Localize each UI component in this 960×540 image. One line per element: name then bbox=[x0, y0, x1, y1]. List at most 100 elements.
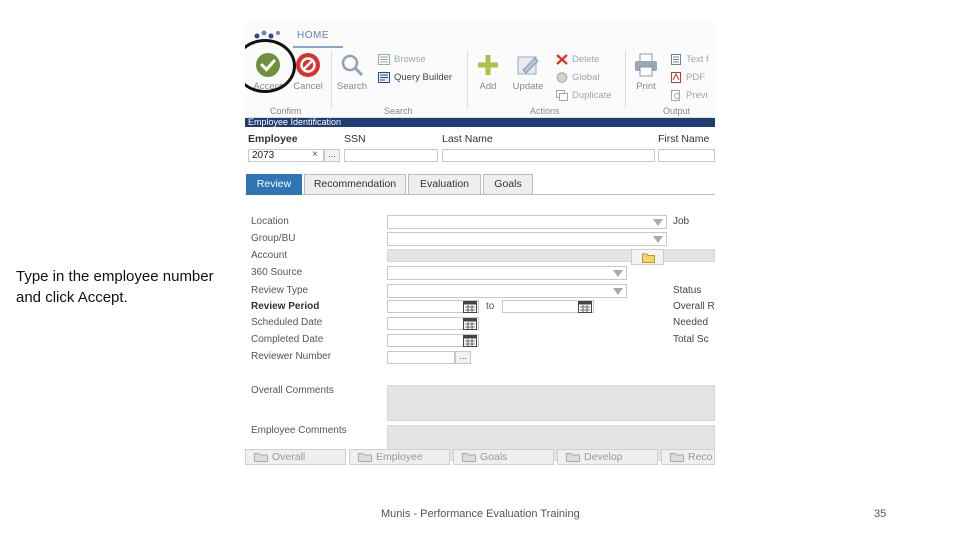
employee-lookup-button[interactable]: ... bbox=[324, 149, 340, 162]
needed-label: Needed bbox=[673, 317, 709, 328]
employee-identification-header: Employee Identification bbox=[245, 118, 715, 127]
ribbon-divider bbox=[625, 50, 626, 108]
tab-review[interactable]: Review bbox=[246, 174, 302, 195]
group-label-confirm: Confirm bbox=[270, 106, 302, 116]
job-label: Job bbox=[673, 216, 690, 227]
reviewer-number-input[interactable] bbox=[387, 351, 455, 364]
search-button[interactable]: Search bbox=[333, 52, 371, 98]
calendar-icon[interactable] bbox=[463, 318, 477, 330]
browse-label: Browse bbox=[394, 53, 426, 65]
folder-icon bbox=[670, 453, 684, 462]
pdf-label: PDF bbox=[686, 71, 705, 83]
folder-icon bbox=[462, 453, 476, 462]
calendar-icon[interactable] bbox=[578, 301, 592, 313]
group-bu-select[interactable] bbox=[387, 232, 667, 246]
completed-date-label: Completed Date bbox=[251, 334, 324, 345]
delete-label: Delete bbox=[572, 53, 600, 65]
query-builder-label: Query Builder bbox=[394, 71, 453, 83]
ribbon: HOME Accept Cancel Confirm Search Browse… bbox=[245, 22, 715, 118]
print-label: Print bbox=[636, 81, 656, 92]
last-name-input[interactable] bbox=[442, 149, 655, 162]
text-file-label: Text f bbox=[686, 53, 709, 65]
duplicate-button[interactable]: Duplicate bbox=[556, 88, 612, 102]
overall-comments-label: Overall Comments bbox=[251, 385, 334, 396]
status-label: Status bbox=[673, 285, 702, 296]
calendar-icon[interactable] bbox=[463, 301, 477, 313]
review-period-label: Review Period bbox=[251, 301, 320, 312]
chevron-down-icon bbox=[653, 236, 663, 243]
ssn-header: SSN bbox=[344, 133, 366, 145]
ribbon-divider bbox=[331, 50, 332, 108]
tab-evaluation[interactable]: Evaluation bbox=[408, 174, 481, 195]
preview-label: Previ bbox=[686, 89, 708, 101]
instruction-text: Type in the employee number and click Ac… bbox=[16, 268, 214, 306]
globe-icon bbox=[556, 71, 568, 83]
first-name-header: First Name bbox=[658, 133, 710, 145]
develop-button-label: Develop bbox=[584, 451, 623, 463]
printer-icon bbox=[635, 53, 657, 77]
scheduled-date-label: Scheduled Date bbox=[251, 317, 323, 328]
search-label: Search bbox=[336, 81, 368, 92]
browse-icon bbox=[378, 53, 390, 65]
chevron-down-icon bbox=[613, 288, 623, 295]
overall-comments-textarea[interactable] bbox=[387, 385, 715, 421]
overall-button-label: Overall bbox=[272, 451, 306, 463]
tab-home-underline bbox=[293, 46, 343, 48]
query-builder-button[interactable]: Query Builder bbox=[378, 70, 452, 84]
review-type-select[interactable] bbox=[387, 284, 627, 298]
delete-icon bbox=[556, 53, 568, 65]
browse-button[interactable]: Browse bbox=[378, 52, 426, 66]
preview-button[interactable]: Previ bbox=[670, 88, 708, 102]
update-button[interactable]: Update bbox=[509, 52, 547, 98]
global-label: Global bbox=[572, 71, 600, 83]
recommendation-button[interactable]: Reco bbox=[661, 449, 715, 465]
tab-home[interactable]: HOME bbox=[297, 30, 329, 41]
employee-header: Employee bbox=[248, 133, 298, 145]
group-label-output: Output bbox=[663, 106, 691, 116]
pdf-icon bbox=[671, 71, 681, 83]
calendar-icon[interactable] bbox=[463, 335, 477, 347]
overall-button[interactable]: Overall bbox=[245, 449, 346, 465]
query-builder-icon bbox=[378, 71, 390, 83]
source-360-folder-button[interactable] bbox=[631, 249, 664, 265]
tab-recommendation[interactable]: Recommendation bbox=[304, 174, 406, 195]
develop-button[interactable]: Develop bbox=[557, 449, 658, 465]
location-select[interactable] bbox=[387, 215, 667, 229]
goals-button-label: Goals bbox=[480, 451, 508, 463]
text-file-icon bbox=[671, 53, 681, 65]
group-label-search: Search bbox=[384, 106, 413, 116]
source-360-select[interactable] bbox=[387, 266, 627, 280]
group-label-actions: Actions bbox=[530, 106, 560, 116]
delete-button[interactable]: Delete bbox=[556, 52, 599, 66]
goals-button[interactable]: Goals bbox=[453, 449, 554, 465]
plus-icon bbox=[478, 55, 498, 75]
chevron-down-icon bbox=[653, 219, 663, 226]
reviewer-number-label: Reviewer Number bbox=[251, 351, 332, 362]
first-name-input[interactable] bbox=[658, 149, 715, 162]
tab-goals[interactable]: Goals bbox=[483, 174, 533, 195]
tab-bar: Review Recommendation Evaluation Goals bbox=[245, 173, 715, 195]
employee-form: Employee SSN Last Name First Name 2073 ×… bbox=[245, 127, 715, 494]
print-button[interactable]: Print bbox=[627, 52, 665, 98]
munis-window: HOME Accept Cancel Confirm Search Browse… bbox=[245, 22, 715, 494]
recommendation-button-label: Reco bbox=[688, 451, 713, 463]
page-number: 35 bbox=[874, 508, 887, 520]
global-button[interactable]: Global bbox=[556, 70, 599, 84]
last-name-header: Last Name bbox=[442, 133, 493, 145]
account-input bbox=[387, 249, 715, 262]
to-label: to bbox=[486, 301, 495, 312]
text-file-button[interactable]: Text f bbox=[670, 52, 709, 66]
employee-button[interactable]: Employee bbox=[349, 449, 450, 465]
add-button[interactable]: Add bbox=[469, 52, 507, 98]
footer-title: Munis - Performance Evaluation Training bbox=[381, 508, 580, 520]
pdf-button[interactable]: PDF bbox=[670, 70, 705, 84]
group-bu-label: Group/BU bbox=[251, 233, 296, 244]
clear-icon[interactable]: × bbox=[312, 149, 318, 160]
location-label: Location bbox=[251, 216, 289, 227]
ssn-input[interactable] bbox=[344, 149, 438, 162]
employee-button-label: Employee bbox=[376, 451, 423, 463]
total-score-label: Total Sc bbox=[673, 334, 709, 345]
update-icon bbox=[517, 56, 539, 75]
reviewer-lookup-button[interactable]: ... bbox=[455, 351, 471, 364]
employee-comments-label: Employee Comments bbox=[251, 425, 347, 436]
